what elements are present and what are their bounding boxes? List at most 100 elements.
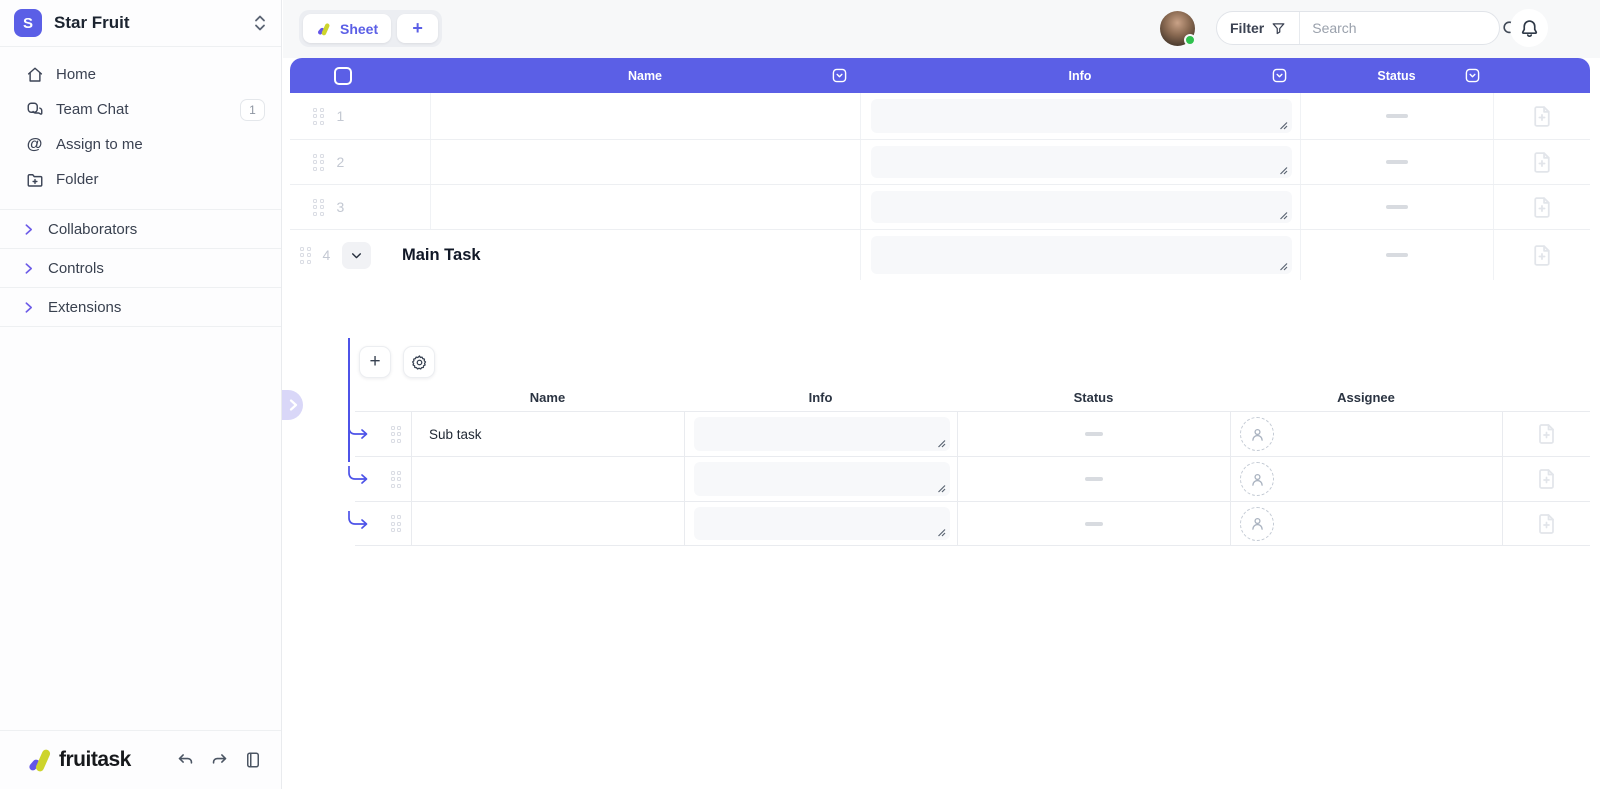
sub-column-header-info[interactable]: Info xyxy=(684,390,957,405)
status-cell[interactable] xyxy=(957,412,1230,456)
add-subtask-button[interactable]: + xyxy=(359,346,391,378)
attachment-cell[interactable] xyxy=(1502,457,1590,501)
subtask-name-cell[interactable] xyxy=(411,502,684,545)
info-textarea[interactable] xyxy=(871,99,1292,133)
assignee-cell[interactable] xyxy=(1230,457,1502,501)
sidebar-item-folder[interactable]: Folder xyxy=(0,162,281,197)
subtask-name-cell[interactable] xyxy=(411,457,684,501)
sidebar-item-assign-to-me[interactable]: @ Assign to me xyxy=(0,127,281,162)
status-empty-dash-icon xyxy=(1085,477,1103,481)
subtask-row-3[interactable] xyxy=(355,501,1590,546)
subtable-header-row: Name Info Status Assignee xyxy=(355,383,1590,411)
sub-column-header-name[interactable]: Name xyxy=(411,390,684,405)
field-type-icon[interactable] xyxy=(832,68,847,86)
sidebar-footer: fruitask xyxy=(0,730,281,789)
subtask-row-2[interactable] xyxy=(355,456,1590,501)
attachment-add-icon xyxy=(1530,104,1555,129)
attachment-add-icon xyxy=(1535,422,1559,446)
table-row-3[interactable]: 3 xyxy=(290,185,1590,230)
status-cell[interactable] xyxy=(1300,93,1493,139)
sidebar-section-extensions[interactable]: Extensions xyxy=(0,288,281,327)
attachment-cell[interactable] xyxy=(1493,185,1590,229)
chat-icon xyxy=(25,100,44,119)
chevron-right-icon xyxy=(22,301,35,314)
docs-icon[interactable] xyxy=(243,750,263,770)
info-textarea[interactable] xyxy=(694,507,950,540)
sidebar-item-home[interactable]: Home xyxy=(0,57,281,92)
column-header-status[interactable]: Status xyxy=(1300,58,1493,93)
status-cell[interactable] xyxy=(1300,230,1493,280)
user-avatar[interactable] xyxy=(1160,11,1195,46)
info-textarea[interactable] xyxy=(871,236,1292,274)
table-row-2[interactable]: 2 xyxy=(290,140,1590,185)
filter-funnel-icon xyxy=(1271,21,1286,36)
attachment-cell[interactable] xyxy=(1493,230,1590,280)
tab-sheet[interactable]: Sheet xyxy=(303,14,391,43)
sub-column-header-assignee[interactable]: Assignee xyxy=(1230,390,1502,405)
collapse-row-chevron-button[interactable] xyxy=(342,242,371,269)
status-cell[interactable] xyxy=(957,502,1230,545)
status-empty-dash-icon xyxy=(1386,253,1408,257)
drag-handle-icon[interactable] xyxy=(391,426,402,443)
filter-button[interactable]: Filter xyxy=(1217,12,1300,44)
sidebar-collapse-handle[interactable] xyxy=(282,390,303,420)
status-empty-dash-icon xyxy=(1386,114,1408,118)
notifications-bell-button[interactable] xyxy=(1510,9,1548,47)
table-row-4[interactable]: 4 Main Task xyxy=(290,230,1590,280)
redo-icon[interactable] xyxy=(209,750,229,770)
assignee-cell[interactable] xyxy=(1230,502,1502,545)
sidebar-section-collaborators[interactable]: Collaborators xyxy=(0,210,281,249)
attachment-cell[interactable] xyxy=(1502,412,1590,456)
name-cell[interactable] xyxy=(430,93,860,139)
sidebar-item-team-chat[interactable]: Team Chat 1 xyxy=(0,92,281,127)
add-tab-button[interactable]: + xyxy=(397,14,438,43)
name-cell[interactable]: Main Task xyxy=(430,230,860,280)
assignee-cell[interactable] xyxy=(1230,412,1502,456)
subtask-name-cell[interactable]: Sub task xyxy=(411,412,684,456)
drag-handle-icon[interactable] xyxy=(391,471,402,488)
sidebar-section-controls[interactable]: Controls xyxy=(0,249,281,288)
name-cell[interactable] xyxy=(430,140,860,184)
info-textarea[interactable] xyxy=(871,191,1292,223)
sub-column-header-status[interactable]: Status xyxy=(957,390,1230,405)
attachment-cell[interactable] xyxy=(1493,93,1590,139)
sidebar-nav: Home Team Chat 1 @ Assign to me Folder xyxy=(0,47,281,210)
assignee-placeholder-icon[interactable] xyxy=(1240,462,1274,496)
attachment-cell[interactable] xyxy=(1493,140,1590,184)
attachment-cell[interactable] xyxy=(1502,502,1590,545)
mention-icon: @ xyxy=(25,135,44,154)
select-all-checkbox[interactable] xyxy=(334,67,352,85)
subtable-settings-button[interactable] xyxy=(403,346,435,378)
field-type-icon[interactable] xyxy=(1465,68,1480,86)
online-status-dot xyxy=(1184,34,1196,46)
workspace-switcher[interactable]: S Star Fruit xyxy=(0,0,281,47)
status-cell[interactable] xyxy=(1300,140,1493,184)
drag-handle-icon[interactable] xyxy=(300,247,311,264)
table-row-1[interactable]: 1 xyxy=(290,93,1590,140)
folder-add-icon xyxy=(25,170,44,189)
undo-icon[interactable] xyxy=(175,750,195,770)
info-textarea[interactable] xyxy=(694,417,950,451)
drag-handle-icon[interactable] xyxy=(391,515,402,532)
assignee-placeholder-icon[interactable] xyxy=(1240,417,1274,451)
drag-handle-icon[interactable] xyxy=(313,199,324,216)
info-textarea[interactable] xyxy=(871,146,1292,178)
drag-handle-icon[interactable] xyxy=(313,108,324,125)
drag-handle-icon[interactable] xyxy=(313,154,324,171)
workspace-switcher-icon[interactable] xyxy=(253,14,267,32)
fruitask-logo-icon xyxy=(30,748,53,773)
field-type-icon[interactable] xyxy=(1272,68,1287,86)
subtask-row-1[interactable]: Sub task xyxy=(355,411,1590,456)
status-empty-dash-icon xyxy=(1085,432,1103,436)
status-cell[interactable] xyxy=(1300,185,1493,229)
app-window: S Star Fruit Home Team Chat 1 @ xyxy=(0,0,1600,789)
assignee-placeholder-icon[interactable] xyxy=(1240,507,1274,541)
status-empty-dash-icon xyxy=(1386,205,1408,209)
attachment-add-icon xyxy=(1530,243,1555,268)
column-header-info[interactable]: Info xyxy=(860,58,1300,93)
info-textarea[interactable] xyxy=(694,462,950,496)
status-cell[interactable] xyxy=(957,457,1230,501)
column-header-name[interactable]: Name xyxy=(430,58,860,93)
name-cell[interactable] xyxy=(430,185,860,229)
search-input[interactable] xyxy=(1300,20,1501,36)
